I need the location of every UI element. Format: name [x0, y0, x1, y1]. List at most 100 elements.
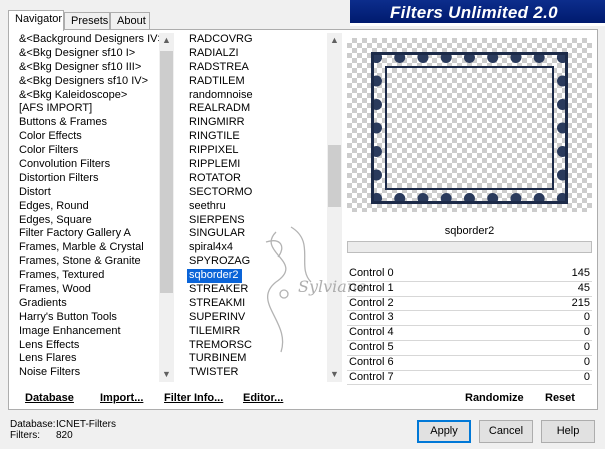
category-item[interactable]: [AFS IMPORT]: [16, 102, 159, 116]
control-label: Control 3: [349, 311, 394, 324]
control-label: Control 4: [349, 326, 394, 339]
filter-scrollbar[interactable]: ▲ ▼: [327, 33, 342, 382]
database-info: Database:ICNET-Filters Filters: 820: [10, 419, 116, 441]
category-item[interactable]: Lens Effects: [16, 339, 159, 353]
filter-item[interactable]: RADSTREA: [186, 61, 326, 75]
control-value[interactable]: 45: [578, 282, 590, 294]
control-value[interactable]: 0: [584, 326, 590, 338]
control-row[interactable]: Control 3 0: [347, 311, 592, 327]
filter-item[interactable]: SINGULAR: [186, 227, 326, 241]
filter-item[interactable]: seethru: [186, 200, 326, 214]
control-value[interactable]: 0: [584, 356, 590, 368]
filter-item-selected[interactable]: sqborder2: [187, 269, 242, 284]
control-value[interactable]: 215: [572, 297, 590, 309]
filter-item[interactable]: ROTATOR: [186, 172, 326, 186]
category-item[interactable]: Color Effects: [16, 130, 159, 144]
filter-info-bar: [347, 241, 592, 253]
tab-about[interactable]: About: [110, 12, 150, 30]
category-item[interactable]: Image Enhancement: [16, 325, 159, 339]
tab-presets-label: Presets: [71, 15, 109, 27]
filter-item[interactable]: SIERPENS: [186, 214, 326, 228]
randomize-button[interactable]: Randomize: [465, 392, 524, 404]
help-button[interactable]: Help: [541, 420, 595, 443]
scroll-down-icon[interactable]: ▼: [327, 367, 342, 382]
control-row[interactable]: Control 0 145: [347, 267, 592, 282]
scroll-down-icon[interactable]: ▼: [159, 367, 174, 382]
category-item[interactable]: &<Bkg Designers sf10 IV>: [16, 75, 159, 89]
filter-item[interactable]: TURBINEM: [186, 352, 326, 366]
control-value[interactable]: 0: [584, 371, 590, 383]
filter-item[interactable]: RINGMIRR: [186, 116, 326, 130]
control-row[interactable]: Control 5 0: [347, 341, 592, 356]
category-item[interactable]: Noise Filters: [16, 366, 159, 380]
control-value[interactable]: 0: [584, 341, 590, 353]
tab-navigator-label: Navigator: [15, 13, 63, 25]
category-item[interactable]: Edges, Square: [16, 214, 159, 228]
category-item[interactable]: &<Bkg Kaleidoscope>: [16, 89, 159, 103]
filter-item[interactable]: REALRADM: [186, 102, 326, 116]
filter-item[interactable]: RIPPIXEL: [186, 144, 326, 158]
filter-item[interactable]: TWISTER: [186, 366, 326, 380]
category-item[interactable]: &<Bkg Designer sf10 III>: [16, 61, 159, 75]
control-label: Control 2: [349, 296, 394, 309]
filter-item[interactable]: RINGTILE: [186, 130, 326, 144]
control-label: Control 5: [349, 340, 394, 353]
control-label: Control 7: [349, 370, 394, 383]
filter-item[interactable]: SECTORMO: [186, 186, 326, 200]
control-row[interactable]: Control 7 0: [347, 371, 592, 386]
filter-item[interactable]: spiral4x4: [186, 241, 326, 255]
control-value[interactable]: 0: [584, 311, 590, 323]
category-item[interactable]: Lens Flares: [16, 352, 159, 366]
category-item[interactable]: Frames, Textured: [16, 269, 159, 283]
filter-list[interactable]: RADCOVRG RADIALZI RADSTREA RADTILEM randomno…: [186, 33, 326, 382]
control-row[interactable]: Control 2 215: [347, 297, 592, 312]
filter-item[interactable]: RADTILEM: [186, 75, 326, 89]
cancel-button[interactable]: Cancel: [479, 420, 533, 443]
scroll-up-icon[interactable]: ▲: [159, 33, 174, 48]
control-row[interactable]: Control 4 0: [347, 326, 592, 341]
filter-item[interactable]: STREAKMI: [186, 297, 326, 311]
filter-item[interactable]: TILEMIRR: [186, 325, 326, 339]
category-item[interactable]: Gradients: [16, 297, 159, 311]
category-scroll-thumb[interactable]: [160, 51, 173, 293]
reset-button[interactable]: Reset: [545, 392, 575, 404]
filter-item[interactable]: sqborder2: [186, 269, 326, 284]
filter-item[interactable]: randomnoise: [186, 89, 326, 103]
tab-presets[interactable]: Presets: [64, 12, 110, 30]
control-value[interactable]: 145: [572, 267, 590, 279]
import-button[interactable]: Import...: [100, 392, 143, 404]
category-item[interactable]: Convolution Filters: [16, 158, 159, 172]
filter-item[interactable]: STREAKER: [186, 283, 326, 297]
category-item[interactable]: &<Bkg Designer sf10 I>: [16, 47, 159, 61]
filter-item[interactable]: RIPPLEMI: [186, 158, 326, 172]
filter-item[interactable]: RADCOVRG: [186, 33, 326, 47]
control-row[interactable]: Control 1 45: [347, 282, 592, 297]
category-item[interactable]: Frames, Wood: [16, 283, 159, 297]
editor-button[interactable]: Editor...: [243, 392, 283, 404]
database-button[interactable]: Database: [25, 392, 74, 404]
category-item[interactable]: Filter Factory Gallery A: [16, 227, 159, 241]
filter-item[interactable]: RADIALZI: [186, 47, 326, 61]
filter-item[interactable]: TREMORSC: [186, 339, 326, 353]
category-item[interactable]: Buttons & Frames: [16, 116, 159, 130]
category-scrollbar[interactable]: ▲ ▼: [159, 33, 174, 382]
category-item[interactable]: Distort: [16, 186, 159, 200]
category-item[interactable]: Frames, Marble & Crystal: [16, 241, 159, 255]
category-item[interactable]: &<Background Designers IV>: [16, 33, 159, 47]
scroll-up-icon[interactable]: ▲: [327, 33, 342, 48]
category-list[interactable]: &<Background Designers IV> &<Bkg Designer…: [16, 33, 159, 382]
category-item[interactable]: Edges, Round: [16, 200, 159, 214]
category-item[interactable]: Color Filters: [16, 144, 159, 158]
category-item[interactable]: Frames, Stone & Granite: [16, 255, 159, 269]
filter-item[interactable]: SPYROZAG: [186, 255, 326, 269]
filter-scroll-thumb[interactable]: [328, 145, 341, 207]
tab-about-label: About: [117, 15, 146, 27]
apply-button[interactable]: Apply: [417, 420, 471, 443]
control-row[interactable]: Control 6 0: [347, 356, 592, 371]
filter-item[interactable]: SUPERINV: [186, 311, 326, 325]
category-item[interactable]: Harry's Button Tools: [16, 311, 159, 325]
category-item[interactable]: Distortion Filters: [16, 172, 159, 186]
filter-info-button[interactable]: Filter Info...: [164, 392, 223, 404]
tab-navigator[interactable]: Navigator: [8, 10, 64, 31]
control-label: Control 6: [349, 355, 394, 368]
